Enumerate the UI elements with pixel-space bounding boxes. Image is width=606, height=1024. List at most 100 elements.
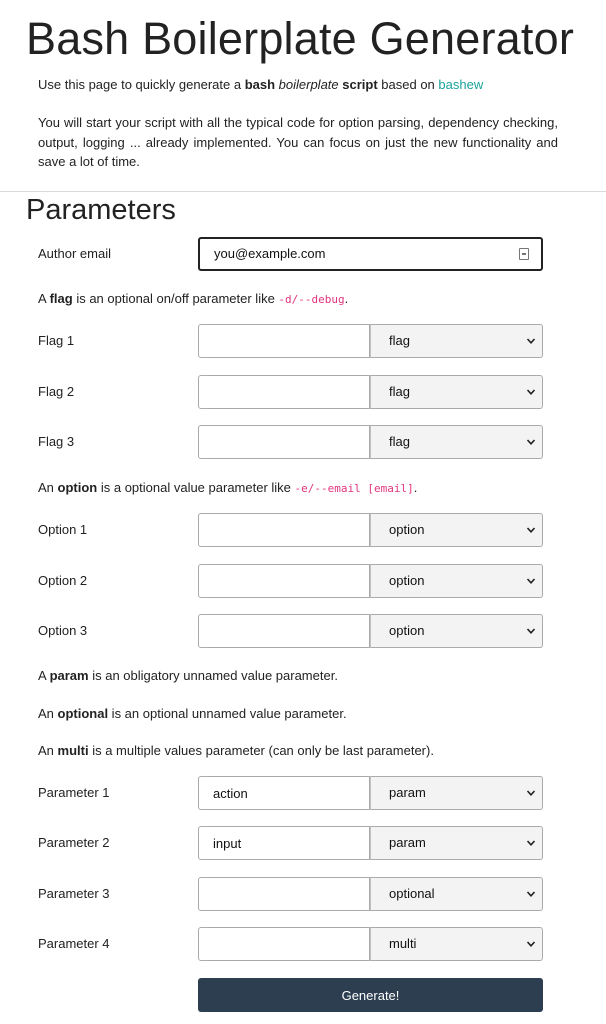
chevron-down-icon (526, 941, 536, 947)
intro-text-1: Use this page to quickly generate a (38, 77, 245, 92)
name-input[interactable] (198, 425, 370, 459)
optional-note-term: optional (57, 706, 109, 721)
type-select-value: flag (389, 434, 410, 449)
name-input[interactable] (198, 614, 370, 648)
row-label: Flag 1 (38, 333, 75, 348)
chevron-down-icon (526, 891, 536, 897)
param-row: Flag 1 flag (0, 324, 606, 358)
type-select[interactable]: multi (370, 927, 543, 961)
chevron-down-icon (526, 840, 536, 846)
chevron-down-icon (526, 527, 536, 533)
type-select[interactable]: flag (370, 375, 543, 409)
page-title: Bash Boilerplate Generator (26, 13, 575, 64)
option-note: An option is a optional value parameter … (38, 480, 417, 495)
type-select-value: multi (389, 936, 417, 951)
chevron-down-icon (526, 389, 536, 395)
name-input[interactable] (198, 564, 370, 598)
name-input[interactable] (198, 513, 370, 547)
chevron-down-icon (526, 338, 536, 344)
multi-note-term: multi (57, 743, 89, 758)
param-row: Parameter 4 multi (0, 927, 606, 961)
name-input[interactable] (198, 877, 370, 911)
type-select[interactable]: flag (370, 425, 543, 459)
row-label: Flag 3 (38, 434, 75, 449)
type-select-value: param (389, 835, 426, 850)
bashew-link[interactable]: bashew (438, 77, 483, 92)
option-note-code: -e/--email [email] (294, 482, 414, 495)
multi-note-2: is a multiple values parameter (can only… (88, 743, 434, 758)
type-select-value: option (389, 623, 425, 638)
param-note-term: param (49, 668, 89, 683)
type-select[interactable]: option (370, 614, 543, 648)
chevron-down-icon (526, 628, 536, 634)
name-input[interactable] (198, 927, 370, 961)
flag-note-2: is an optional on/off parameter like (72, 291, 279, 306)
param-note-1: A (38, 668, 50, 683)
type-select-value: optional (389, 886, 435, 901)
row-label: Parameter 1 (38, 785, 110, 800)
type-select-value: option (389, 573, 425, 588)
name-input[interactable] (198, 324, 370, 358)
author-email-value: you@example.com (214, 246, 326, 261)
row-label: Parameter 4 (38, 936, 110, 951)
param-row: Option 2 option (0, 564, 606, 598)
divider (0, 191, 606, 192)
param-note-2: is an obligatory unnamed value parameter… (88, 668, 338, 683)
flag-note-3: . (344, 291, 349, 306)
param-row: Option 3 option (0, 614, 606, 648)
intro-text-2: based on (377, 77, 439, 92)
param-note: A param is an obligatory unnamed value p… (38, 668, 338, 683)
type-select-value: param (389, 785, 426, 800)
type-select[interactable]: option (370, 564, 543, 598)
flag-note: A flag is an optional on/off parameter l… (38, 291, 348, 306)
section-title: Parameters (26, 194, 176, 226)
type-select[interactable]: param (370, 826, 543, 860)
param-row: Parameter 2 param (0, 826, 606, 860)
type-select[interactable]: option (370, 513, 543, 547)
optional-note: An optional is an optional unnamed value… (38, 706, 347, 721)
row-label: Option 1 (38, 522, 88, 537)
name-input[interactable] (198, 776, 370, 810)
multi-note-1: An (38, 743, 58, 758)
option-note-1: An (38, 480, 58, 495)
param-row: Flag 2 flag (0, 375, 606, 409)
description: You will start your script with all the … (38, 115, 558, 169)
type-select[interactable]: flag (370, 324, 543, 358)
param-row: Option 1 option (0, 513, 606, 547)
name-input[interactable] (198, 375, 370, 409)
author-email-field[interactable]: you@example.com (198, 237, 543, 271)
intro-script: script (342, 77, 378, 92)
type-select-value: flag (389, 384, 410, 399)
row-label: Option 3 (38, 623, 88, 638)
type-select[interactable]: param (370, 776, 543, 810)
row-label: Flag 2 (38, 384, 75, 399)
option-note-3: . (413, 480, 418, 495)
row-label: Option 2 (38, 573, 88, 588)
optional-note-2: is an optional unnamed value parameter. (108, 706, 347, 721)
author-email-row: Author email you@example.com (0, 237, 606, 271)
flag-note-term: flag (49, 291, 73, 306)
autofill-key-icon[interactable] (519, 248, 529, 260)
optional-note-1: An (38, 706, 58, 721)
chevron-down-icon (526, 790, 536, 796)
chevron-down-icon (526, 439, 536, 445)
name-input[interactable] (198, 826, 370, 860)
author-email-label: Author email (38, 246, 111, 261)
option-note-term: option (57, 480, 98, 495)
param-row: Parameter 1 param (0, 776, 606, 810)
option-note-2: is a optional value parameter like (97, 480, 295, 495)
intro-text: Use this page to quickly generate a bash… (38, 77, 483, 92)
param-row: Parameter 3 optional (0, 877, 606, 911)
intro-bash: bash (244, 77, 276, 92)
type-select-value: option (389, 522, 425, 537)
generate-button[interactable]: Generate! (198, 978, 543, 1012)
param-row: Flag 3 flag (0, 425, 606, 459)
multi-note: An multi is a multiple values parameter … (38, 743, 434, 758)
type-select[interactable]: optional (370, 877, 543, 911)
flag-note-1: A (38, 291, 50, 306)
chevron-down-icon (526, 578, 536, 584)
intro-boilerplate: boilerplate (278, 77, 339, 92)
flag-note-code: -d/--debug (278, 293, 345, 306)
row-label: Parameter 2 (38, 835, 110, 850)
type-select-value: flag (389, 333, 410, 348)
